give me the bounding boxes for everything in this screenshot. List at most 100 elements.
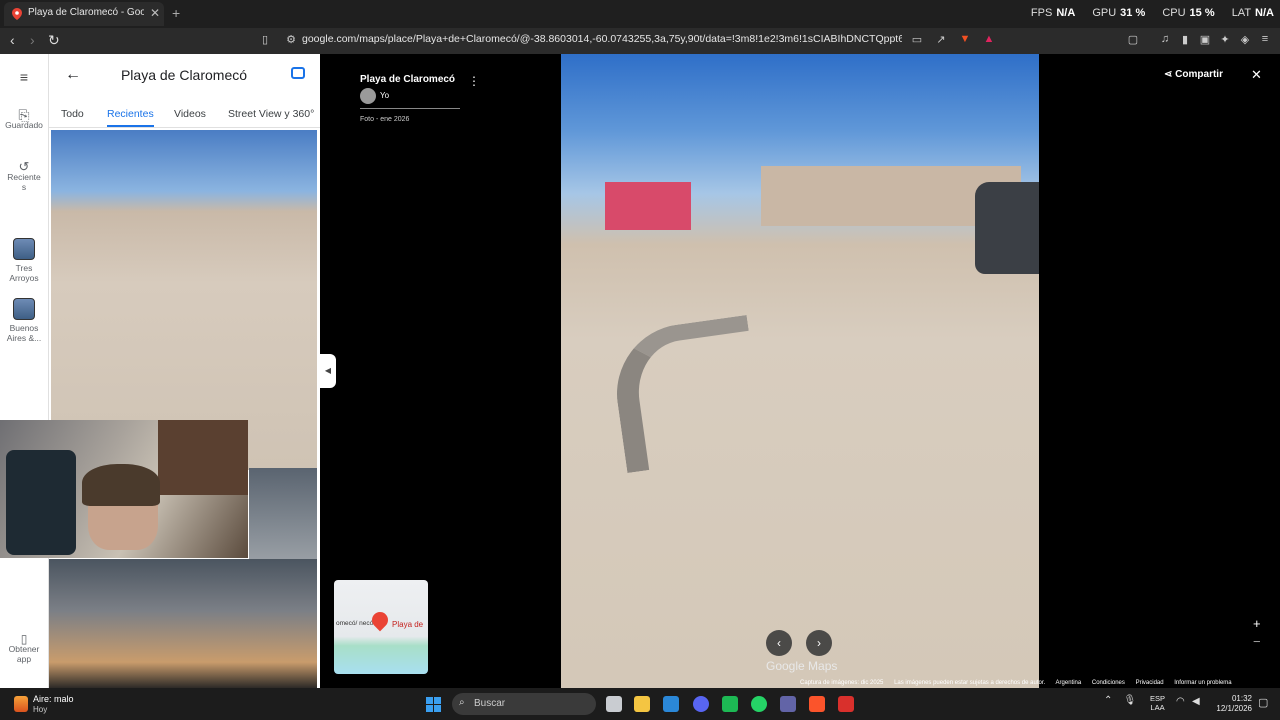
tab-close-icon[interactable]: ✕ bbox=[150, 6, 160, 20]
app-icon-green[interactable] bbox=[722, 696, 738, 712]
file-explorer-icon[interactable] bbox=[634, 696, 650, 712]
minimap[interactable]: omecó/ necó Playa de bbox=[334, 580, 428, 674]
tab-videos[interactable]: Videos bbox=[174, 108, 206, 120]
cast-icon[interactable]: ▭ bbox=[910, 33, 924, 47]
forward-icon[interactable]: › bbox=[30, 32, 35, 48]
start-button[interactable] bbox=[426, 697, 441, 712]
minimap-street-label: omecó/ necó bbox=[336, 620, 374, 627]
search-label: Buscar bbox=[474, 698, 506, 709]
new-tab-button[interactable]: + bbox=[172, 5, 180, 21]
notification-icon[interactable]: ▢ bbox=[1258, 696, 1268, 709]
clock-time: 01:32 bbox=[1231, 694, 1252, 703]
weather-title: Aire: malo bbox=[33, 694, 74, 704]
whatsapp-icon[interactable] bbox=[751, 696, 767, 712]
store-icon[interactable] bbox=[663, 696, 679, 712]
discord-icon[interactable] bbox=[693, 696, 709, 712]
windows-logo-quad bbox=[434, 697, 441, 704]
footer-country[interactable]: Argentina bbox=[1056, 680, 1082, 686]
zoom-out-button[interactable]: − bbox=[1253, 634, 1261, 649]
screenshot-icon[interactable]: ▢ bbox=[1126, 33, 1140, 47]
performance-overlay: FPS N/A GPU 31 % CPU 15 % LAT N/A bbox=[1031, 7, 1274, 19]
brave-browser-icon[interactable] bbox=[809, 696, 825, 712]
lat-value: N/A bbox=[1255, 7, 1274, 19]
footer-capture-date: Captura de imágenes: dic 2025 bbox=[800, 680, 884, 686]
reload-icon[interactable]: ↻ bbox=[48, 32, 60, 49]
leo-icon[interactable]: ✦ bbox=[1218, 33, 1232, 47]
photo-thumbnail-sunset[interactable] bbox=[49, 559, 317, 688]
left-rail: ≡ ⎘ Guardado ↺ Reciente s Tres Arroyos B… bbox=[0, 54, 48, 688]
footer-report-link[interactable]: Informar un problema bbox=[1174, 680, 1231, 686]
address-bar-row: ‹ › ↻ ▯ ⚙ google.com/maps/place/Playa+de… bbox=[0, 28, 1280, 54]
volume-icon[interactable]: ◀ bbox=[1192, 696, 1200, 707]
recent-place-buenos-aires[interactable]: Buenos Aires &... bbox=[0, 298, 48, 343]
add-photo-icon[interactable] bbox=[291, 67, 305, 79]
photo-thumbnail-street[interactable] bbox=[51, 130, 317, 470]
wifi-icon[interactable]: ◠ bbox=[1176, 696, 1185, 707]
photo-author[interactable]: Yo bbox=[380, 91, 389, 100]
windows-logo-quad bbox=[434, 705, 441, 712]
photo-thumbnail-sky[interactable] bbox=[249, 468, 317, 562]
cpu-label: CPU bbox=[1162, 7, 1186, 19]
rewards-icon[interactable]: ▲ bbox=[982, 33, 996, 47]
share-icon: ⋖ bbox=[1164, 69, 1176, 80]
lat-label: LAT bbox=[1231, 7, 1252, 19]
sidebar-icon[interactable]: ▮ bbox=[1178, 33, 1192, 47]
windows-taskbar: Aire: malo Hoy ⌕ Buscar ⌃ 🎙 ESP LAA ◠ ◀ … bbox=[0, 688, 1280, 720]
close-icon[interactable]: ✕ bbox=[1251, 67, 1262, 83]
system-tray[interactable]: ⌃ 🎙 bbox=[1104, 695, 1136, 706]
url-field[interactable]: google.com/maps/place/Playa+de+Claromecó… bbox=[302, 33, 902, 45]
menu-icon[interactable]: ≡ bbox=[1258, 33, 1272, 47]
hamburger-menu-icon[interactable]: ≡ bbox=[0, 70, 48, 84]
language-code: ESP bbox=[1150, 694, 1166, 703]
photo-place-name[interactable]: Playa de Claromecó bbox=[360, 74, 455, 85]
fps-label: FPS bbox=[1030, 7, 1053, 19]
browser-tab[interactable]: Playa de Claromecó - Google Maps ✕ bbox=[4, 2, 164, 26]
recent-place-tres-arroyos[interactable]: Tres Arroyos bbox=[0, 238, 48, 283]
recent-label: Reciente s bbox=[7, 172, 41, 192]
prev-photo-button[interactable]: ‹ bbox=[766, 630, 792, 656]
tab-recientes[interactable]: Recientes bbox=[107, 108, 154, 127]
app-icon-red[interactable] bbox=[838, 696, 854, 712]
get-app-button[interactable]: ▯ Obtener app bbox=[0, 633, 48, 664]
back-icon[interactable]: ‹ bbox=[10, 32, 15, 48]
footer-copyright: Las imágenes pueden estar sujetas a dere… bbox=[894, 680, 1046, 686]
saved-button[interactable]: ⎘ Guardado bbox=[0, 108, 48, 130]
webcam-background-door bbox=[158, 420, 248, 495]
cpu-value: 15 % bbox=[1189, 7, 1215, 19]
more-options-icon[interactable]: ⋮ bbox=[468, 74, 480, 88]
main-photo[interactable] bbox=[561, 54, 1039, 688]
viewer-footer: Captura de imágenes: dic 2025 Las imágen… bbox=[800, 680, 1241, 686]
taskbar-search[interactable]: ⌕ Buscar bbox=[452, 693, 596, 715]
windows-logo-quad bbox=[426, 697, 433, 704]
language-indicator[interactable]: ESP LAA bbox=[1150, 694, 1165, 712]
brave-shield-icon[interactable]: ▼ bbox=[958, 33, 972, 47]
tab-todo[interactable]: Todo bbox=[61, 108, 84, 120]
zoom-in-button[interactable]: + bbox=[1253, 616, 1261, 631]
wallet-icon[interactable]: ▣ bbox=[1198, 33, 1212, 47]
footer-privacy-link[interactable]: Privacidad bbox=[1136, 680, 1164, 686]
footer-terms-link[interactable]: Condiciones bbox=[1092, 680, 1125, 686]
clock[interactable]: 01:32 12/1/2026 bbox=[1212, 694, 1252, 714]
photo-tabs: Todo Recientes Videos Street View y 360° bbox=[49, 106, 321, 128]
media-icon[interactable]: ♫ bbox=[1158, 33, 1172, 47]
collapse-panel-button[interactable]: ◀ bbox=[320, 354, 336, 388]
task-view-icon[interactable] bbox=[606, 696, 622, 712]
share-label: Compartir bbox=[1175, 69, 1223, 80]
share-page-icon[interactable]: ↗ bbox=[934, 33, 948, 47]
avatar bbox=[360, 88, 376, 104]
site-info-icon[interactable]: ⚙ bbox=[284, 33, 298, 47]
google-maps-logo: Google Maps bbox=[766, 659, 838, 673]
place-label: Tres Arroyos bbox=[9, 263, 39, 283]
back-arrow-icon[interactable]: ← bbox=[65, 66, 81, 84]
photo-curb bbox=[607, 314, 767, 474]
recent-button[interactable]: ↺ Reciente s bbox=[0, 160, 48, 192]
share-button[interactable]: ⋖ Compartir bbox=[1164, 69, 1223, 80]
windows-logo-quad bbox=[426, 705, 433, 712]
teams-icon[interactable] bbox=[780, 696, 796, 712]
gpu-value: 31 % bbox=[1120, 7, 1146, 19]
weather-subtitle: Hoy bbox=[33, 705, 48, 714]
next-photo-button[interactable]: › bbox=[806, 630, 832, 656]
vpn-icon[interactable]: ◈ bbox=[1238, 33, 1252, 47]
bookmark-icon[interactable]: ▯ bbox=[258, 33, 272, 47]
tab-street-view[interactable]: Street View y 360° bbox=[228, 108, 314, 120]
